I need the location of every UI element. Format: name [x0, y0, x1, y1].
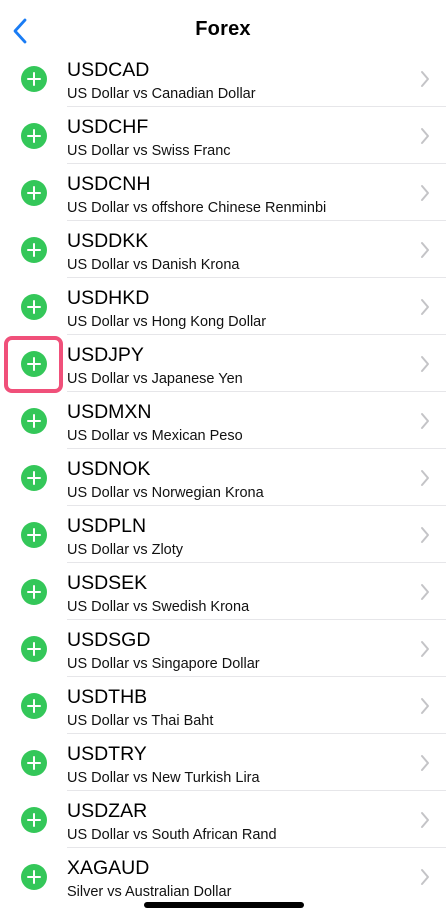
symbol-description: Silver vs Australian Dollar — [67, 884, 232, 900]
plus-circle-icon[interactable] — [21, 693, 47, 719]
plus-circle-icon[interactable] — [21, 180, 47, 206]
plus-circle-icon[interactable] — [21, 351, 47, 377]
symbol-name: USDSGD — [67, 629, 151, 651]
list-item[interactable]: USDSEK US Dollar vs Swedish Krona — [0, 563, 446, 620]
symbol-name: USDMXN — [67, 401, 152, 423]
list-item[interactable]: USDHKD US Dollar vs Hong Kong Dollar — [0, 278, 446, 335]
plus-circle-icon[interactable] — [21, 522, 47, 548]
plus-circle-icon[interactable] — [21, 237, 47, 263]
chevron-right-icon — [421, 470, 429, 486]
list-item[interactable]: USDDKK US Dollar vs Danish Krona — [0, 221, 446, 278]
symbol-name: USDCAD — [67, 59, 150, 81]
list-item[interactable]: XAGAUD Silver vs Australian Dollar — [0, 848, 446, 905]
plus-circle-icon[interactable] — [21, 294, 47, 320]
symbol-name: USDZAR — [67, 800, 148, 822]
list-item[interactable]: USDCAD US Dollar vs Canadian Dollar — [0, 50, 446, 107]
list-item[interactable]: USDCNH US Dollar vs offshore Chinese Ren… — [0, 164, 446, 221]
chevron-right-icon — [421, 185, 429, 201]
symbol-description: US Dollar vs Singapore Dollar — [67, 656, 260, 672]
list-item[interactable]: USDCHF US Dollar vs Swiss Franc — [0, 107, 446, 164]
list-item[interactable]: USDPLN US Dollar vs Zloty — [0, 506, 446, 563]
symbol-name: USDCNH — [67, 173, 151, 195]
symbol-description: US Dollar vs Japanese Yen — [67, 371, 243, 387]
list-item[interactable]: USDZAR US Dollar vs South African Rand — [0, 791, 446, 848]
symbol-name: USDCHF — [67, 116, 149, 138]
symbol-description: US Dollar vs Norwegian Krona — [67, 485, 264, 501]
symbol-description: US Dollar vs Thai Baht — [67, 713, 214, 729]
list-item[interactable]: USDSGD US Dollar vs Singapore Dollar — [0, 620, 446, 677]
symbol-name: USDDKK — [67, 230, 149, 252]
symbol-description: US Dollar vs New Turkish Lira — [67, 770, 260, 786]
plus-circle-icon[interactable] — [21, 807, 47, 833]
symbol-name: USDSEK — [67, 572, 148, 594]
chevron-right-icon — [421, 698, 429, 714]
symbol-name: USDHKD — [67, 287, 150, 309]
chevron-right-icon — [421, 527, 429, 543]
home-indicator[interactable] — [144, 902, 304, 908]
list-item[interactable]: USDNOK US Dollar vs Norwegian Krona — [0, 449, 446, 506]
plus-circle-icon[interactable] — [21, 408, 47, 434]
plus-circle-icon[interactable] — [21, 750, 47, 776]
symbol-list: USDCAD US Dollar vs Canadian Dollar USDC… — [0, 50, 446, 905]
symbol-name: USDTRY — [67, 743, 147, 765]
plus-circle-icon[interactable] — [21, 636, 47, 662]
symbol-description: US Dollar vs Danish Krona — [67, 257, 240, 273]
symbol-name: XAGAUD — [67, 857, 150, 879]
chevron-right-icon — [421, 869, 429, 885]
chevron-right-icon — [421, 413, 429, 429]
symbol-description: US Dollar vs Swiss Franc — [67, 143, 231, 159]
list-item[interactable]: USDJPY US Dollar vs Japanese Yen — [0, 335, 446, 392]
chevron-right-icon — [421, 242, 429, 258]
symbol-description: US Dollar vs Mexican Peso — [67, 428, 243, 444]
symbol-description: US Dollar vs South African Rand — [67, 827, 277, 843]
symbol-name: USDTHB — [67, 686, 148, 708]
symbol-name: USDPLN — [67, 515, 147, 537]
chevron-right-icon — [421, 812, 429, 828]
chevron-right-icon — [421, 584, 429, 600]
chevron-right-icon — [421, 299, 429, 315]
plus-circle-icon[interactable] — [21, 579, 47, 605]
list-item[interactable]: USDMXN US Dollar vs Mexican Peso — [0, 392, 446, 449]
plus-circle-icon[interactable] — [21, 864, 47, 890]
symbol-name: USDNOK — [67, 458, 151, 480]
plus-circle-icon[interactable] — [21, 66, 47, 92]
symbol-description: US Dollar vs Canadian Dollar — [67, 86, 256, 102]
symbol-description: US Dollar vs Zloty — [67, 542, 184, 558]
symbol-name: USDJPY — [67, 344, 144, 366]
chevron-right-icon — [421, 641, 429, 657]
plus-circle-icon[interactable] — [21, 465, 47, 491]
chevron-right-icon — [421, 128, 429, 144]
symbol-description: US Dollar vs Swedish Krona — [67, 599, 250, 615]
symbol-description: US Dollar vs offshore Chinese Renminbi — [67, 200, 327, 216]
chevron-right-icon — [421, 71, 429, 87]
symbol-description: US Dollar vs Hong Kong Dollar — [67, 314, 267, 330]
plus-circle-icon[interactable] — [21, 123, 47, 149]
chevron-right-icon — [421, 356, 429, 372]
list-item[interactable]: USDTHB US Dollar vs Thai Baht — [0, 677, 446, 734]
page-title: Forex — [195, 18, 251, 40]
chevron-right-icon — [421, 755, 429, 771]
list-item[interactable]: USDTRY US Dollar vs New Turkish Lira — [0, 734, 446, 791]
